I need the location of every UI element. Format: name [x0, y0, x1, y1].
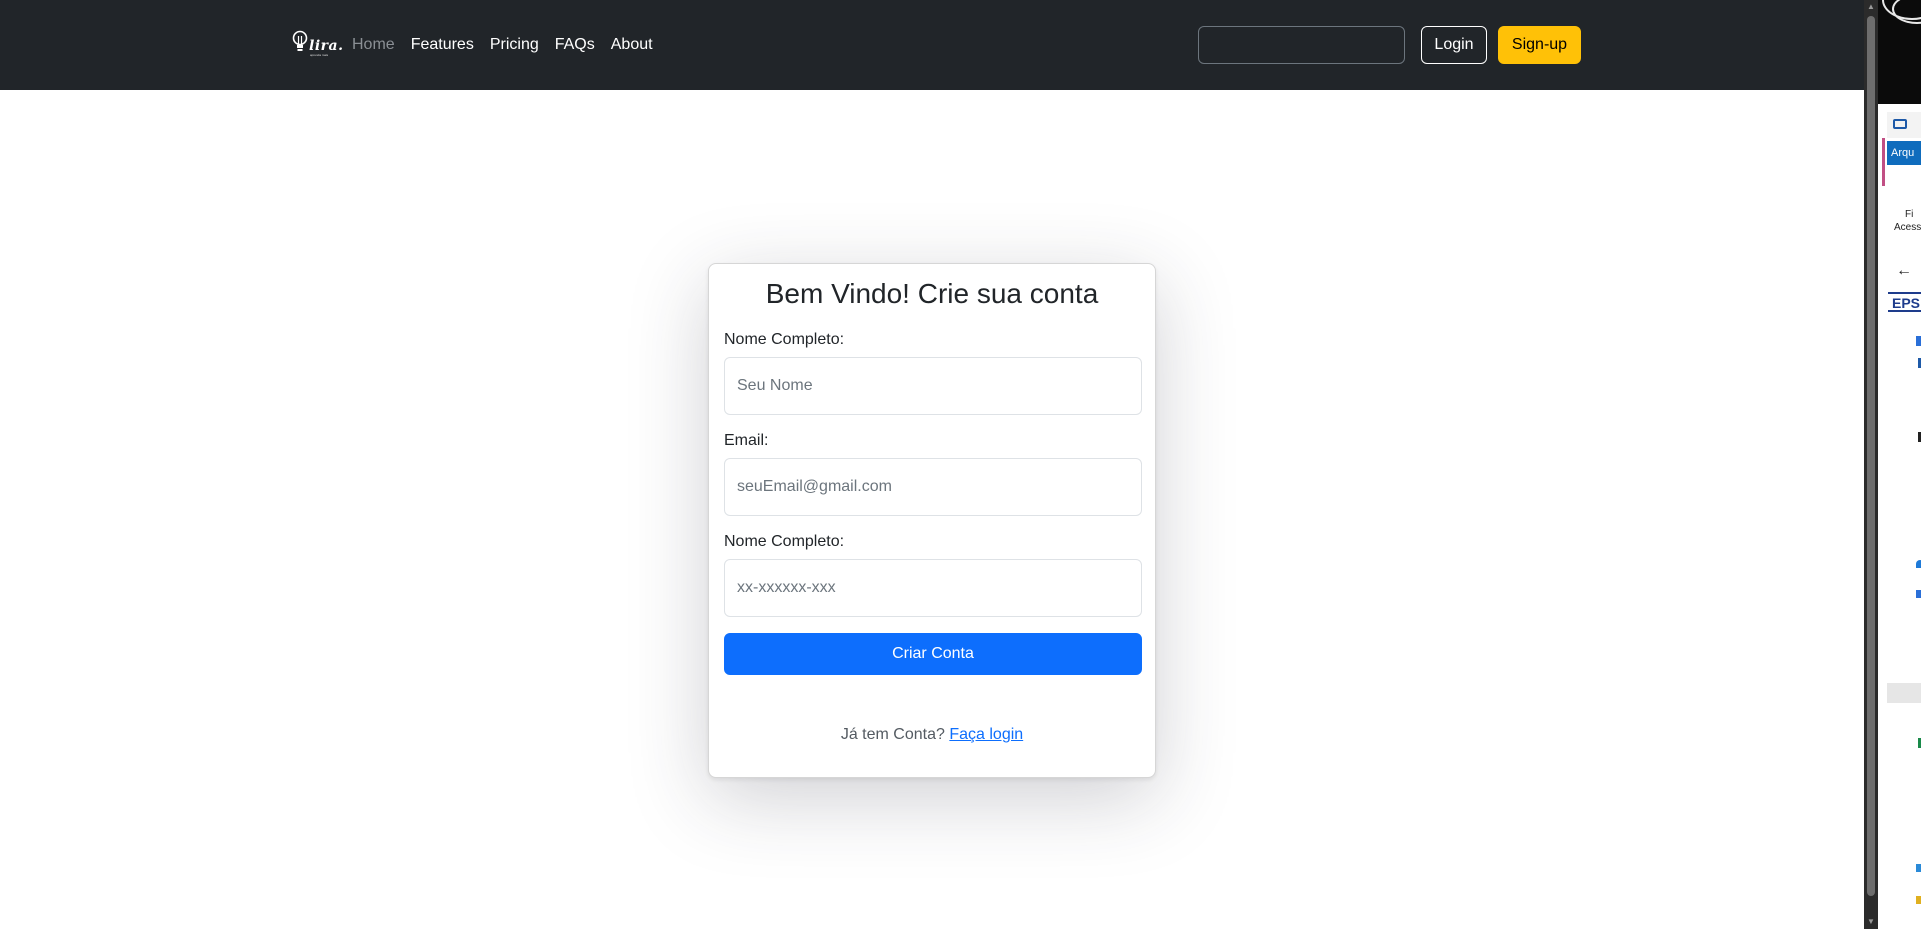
side-tab-arquivo[interactable]: Arqu [1887, 141, 1921, 165]
scroll-thumb[interactable] [1867, 16, 1875, 896]
login-button[interactable]: Login [1421, 26, 1487, 64]
login-link[interactable]: Faça login [949, 726, 1023, 743]
star-icon[interactable] [1916, 336, 1921, 346]
nav-links: Home Features Pricing FAQs About [352, 34, 669, 56]
fullname-input[interactable] [724, 357, 1142, 415]
side-ribbon-line: Fi [1905, 209, 1914, 220]
phone-input[interactable] [724, 559, 1142, 617]
fullname-label: Nome Completo: [724, 331, 845, 348]
search-input[interactable] [1198, 26, 1405, 64]
card-title: Bem Vindo! Crie sua conta [765, 278, 1099, 309]
side-ribbon-line: Acess [1894, 222, 1921, 233]
window-icon[interactable] [1893, 119, 1907, 129]
phone-label: Nome Completo: [724, 533, 845, 550]
login-prompt: Já tem Conta? Faça login [709, 726, 1155, 744]
side-brand-logo: EPS [1888, 292, 1921, 312]
brand-logo[interactable]: lira. aprenda mais [292, 30, 344, 58]
lightbulb-icon [292, 30, 308, 51]
nav-link-about[interactable]: About [611, 34, 653, 56]
email-label: Email: [724, 432, 769, 449]
back-arrow-icon[interactable]: ← [1896, 262, 1912, 280]
side-accent-bar [1882, 138, 1885, 186]
warning-icon[interactable] [1916, 896, 1921, 904]
side-app-window: Arqu Fi Acess ← EPS [1878, 0, 1921, 929]
login-prompt-text: Já tem Conta? [840, 726, 945, 743]
side-selected-row[interactable] [1887, 683, 1921, 703]
scroll-down-arrow-icon[interactable]: ▼ [1866, 917, 1876, 927]
brand-name: lira. [309, 38, 344, 54]
signup-card: Bem Vindo! Crie sua conta Nome Completo:… [708, 263, 1156, 778]
scroll-up-arrow-icon[interactable]: ▲ [1866, 2, 1876, 12]
page-scrollbar[interactable]: ▲ ▼ [1864, 0, 1878, 929]
signup-button[interactable]: Sign-up [1498, 26, 1581, 64]
email-input[interactable] [724, 458, 1142, 516]
top-navbar: lira. aprenda mais Home Features Pricing… [0, 0, 1864, 90]
monitor-icon[interactable] [1916, 590, 1921, 598]
nav-link-home[interactable]: Home [352, 34, 395, 56]
brand-tagline: aprenda mais [310, 53, 329, 57]
side-toolbar [1887, 112, 1921, 138]
nav-link-faqs[interactable]: FAQs [555, 34, 595, 56]
network-icon[interactable] [1916, 864, 1921, 872]
wallpaper-fragment [1878, 0, 1921, 104]
nav-link-features[interactable]: Features [411, 34, 474, 56]
nav-link-pricing[interactable]: Pricing [490, 34, 539, 56]
create-account-button[interactable]: Criar Conta [724, 633, 1142, 675]
cloud-icon[interactable] [1916, 560, 1921, 568]
side-ribbon-labels: Fi Acess [1894, 208, 1921, 234]
